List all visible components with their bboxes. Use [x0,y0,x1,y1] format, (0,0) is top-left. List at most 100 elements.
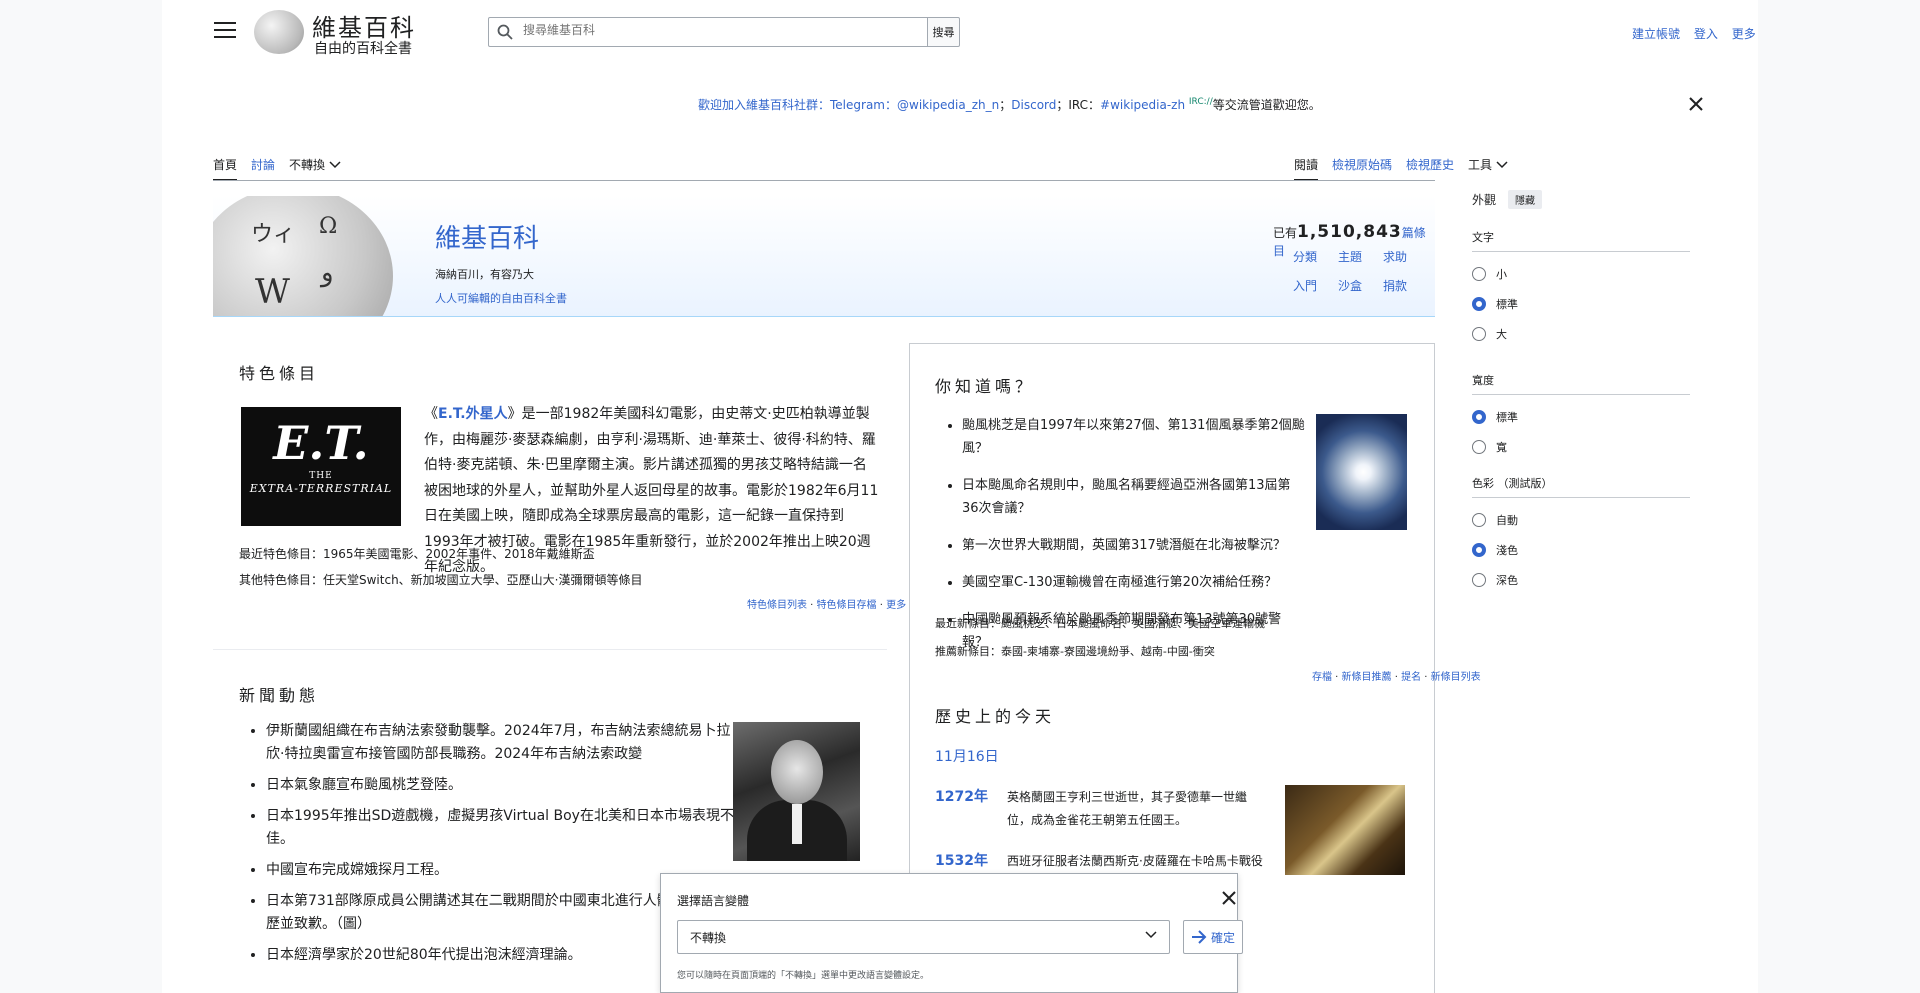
tab-view-source[interactable]: 檢視原始碼 [1332,156,1392,181]
color-auto-radio[interactable]: 自動 [1472,512,1690,528]
text-size-standard-radio[interactable]: 標準 [1472,296,1690,312]
featured-more-link[interactable]: 更多 [886,600,906,611]
variant-select[interactable]: 不轉換 [677,920,1170,954]
featured-archive-link[interactable]: 特色條目存檔 [817,600,877,611]
portal-link[interactable]: 分類 [1293,248,1338,265]
width-group-label: 寬度 [1472,372,1690,395]
list-item[interactable]: 伊斯蘭國組織在布吉納法索發動襲擊。2024年7月，布吉納法索總統易卜拉欣·特拉奧… [266,720,738,766]
namespace-tabs: 首頁 討論 不轉換 [213,156,341,181]
portal-link[interactable]: 沙盒 [1338,277,1383,294]
dialog-title: 選擇語言變體 [677,894,750,908]
chevron-down-icon [329,161,341,169]
in-the-news-heading: 新聞動態 [239,686,320,705]
notice-text[interactable]: 歡迎加入維基百科社群：Telegram： [698,98,897,112]
history-painting-image[interactable] [1285,785,1405,875]
irc-protocol-label: IRC:// [1188,97,1213,107]
list-item[interactable]: 日本氣象廳宣布颱風桃芝登陸。 [266,774,738,797]
create-account-link[interactable]: 建立帳號 [1632,27,1680,41]
chevron-down-icon [1496,161,1508,169]
search-button[interactable]: 搜尋 [927,17,960,47]
summary-quote: 《 [424,406,438,422]
color-dark-radio[interactable]: 深色 [1472,572,1690,588]
variant-dialog: 選擇語言變體 不轉換 確定 您可以隨時在頁面頂端的「不轉換」選單中更改語言變體設… [660,873,1243,993]
dyk-recommend-link[interactable]: 新條目推薦 [1342,672,1392,683]
search-icon [497,24,513,40]
variant-select-value: 不轉換 [690,931,727,945]
text-size-group-label: 文字 [1472,229,1690,252]
banner-title[interactable]: 維基百科 [435,218,539,255]
banner-subtitle: 海納百川，有容乃大 [435,268,534,281]
view-tabs: 閱讀 檢視原始碼 檢視歷史 工具 [1294,156,1508,181]
featured-article-link[interactable]: E.T.外星人 [438,406,508,422]
page: 維基百科 自由的百科全書 搜尋 建立帳號 登入 更多 歡迎加入維基百科社群：Te… [162,0,1758,993]
typhoon-satellite-image[interactable] [1316,414,1407,530]
wikipedia-logo-icon[interactable] [254,10,304,54]
appearance-header: 外觀 隱藏 [1472,190,1690,209]
color-light-radio[interactable]: 淺色 [1472,542,1690,558]
on-this-day-date[interactable]: 11月16日 [935,746,999,766]
recommended-new-articles[interactable]: 推薦新條目：泰國-柬埔寨-寮國邊境紛爭、越南-中國-衝突 [935,643,1215,659]
personal-tools: 建立帳號 登入 更多 [1622,25,1756,42]
logo-tagline: 自由的百科全書 [314,41,412,57]
portal-link[interactable]: 入門 [1293,277,1338,294]
dyk-nominate-link[interactable]: 提名 [1401,672,1421,683]
event-text: 英格蘭國王亨利三世逝世，其子愛德華一世繼位，成為金雀花王朝第五任國王。 [1007,790,1248,827]
close-dialog-icon[interactable] [1221,890,1237,906]
appearance-title: 外觀 [1472,193,1497,207]
portal-links: 分類 主題 求助 入門 沙盒 捐款 [1293,248,1428,294]
news-portrait-image[interactable] [733,722,860,861]
close-notice-icon[interactable] [1688,96,1704,112]
image-caption-2: EXTRA-TERRESTRIAL [249,482,393,495]
search-input[interactable] [521,22,915,38]
variant-label: 不轉換 [289,158,326,172]
tab-talk[interactable]: 討論 [251,156,275,181]
portal-link[interactable]: 主題 [1338,248,1383,265]
list-item[interactable]: 日本颱風命名規則中，颱風名稱要經過亞洲各國第13屆第36次會議？ [962,474,1307,520]
featured-article-image[interactable]: E.T. THE EXTRA-TERRESTRIAL [241,407,401,526]
hide-appearance-button[interactable]: 隱藏 [1508,190,1543,209]
login-link[interactable]: 登入 [1694,27,1718,41]
discord-link[interactable]: Discord [1011,98,1056,112]
list-item[interactable]: 颱風桃芝是自1997年以來第27個、第131個風暴季第2個颱風？ [962,414,1307,460]
text-size-large-radio[interactable]: 大 [1472,326,1690,342]
list-item: 1272年 英格蘭國王亨利三世逝世，其子愛德華一世繼位，成為金雀花王朝第五任國王… [935,786,1265,832]
recent-featured[interactable]: 最近特色條目：1965年美國電影、2002年事件、2018年戴維斯盃 [239,545,595,562]
tab-history[interactable]: 檢視歷史 [1406,156,1454,181]
on-this-day-heading: 歷史上的今天 [935,707,1056,726]
telegram-link[interactable]: @wikipedia_zh_n [897,98,999,112]
width-standard-radio[interactable]: 標準 [1472,409,1690,425]
main-menu-button[interactable] [214,22,236,40]
welcome-banner: ウィ Ω W و 維基百科 海納百川，有容乃大 人人可編輯的自由百科全書 已有1… [213,196,1435,317]
width-wide-radio[interactable]: 寬 [1472,439,1690,455]
tab-main-page[interactable]: 首頁 [213,156,238,181]
text-size-small-radio[interactable]: 小 [1472,266,1690,282]
dyk-footer-links: 存檔 · 新條目推薦 · 提名 · 新條目列表 [1312,672,1481,683]
image-caption-1: THE [309,471,333,481]
dyk-archive-link[interactable]: 存檔 [1312,672,1332,683]
notice-ending: 等交流管道歡迎您。 [1212,98,1321,112]
portal-link[interactable]: 求助 [1383,248,1428,265]
arrow-right-icon [1191,930,1207,944]
banner-tagline[interactable]: 人人可編輯的自由百科全書 [435,290,567,306]
recent-new-articles[interactable]: 最近新條目：颱風桃芝、日本颱風命名、英國潛艇、美國空軍運輸機 [935,615,1265,631]
tab-read[interactable]: 閱讀 [1294,156,1319,181]
featured-list-link[interactable]: 特色條目列表 [747,600,807,611]
more-link[interactable]: 更多 [1732,27,1756,41]
event-year[interactable]: 1272年 [935,786,1007,832]
image-title: E.T. [273,416,369,470]
list-item[interactable]: 美國空軍C-130運輸機曾在南極進行第20次補給任務？ [962,571,1307,594]
portal-link[interactable]: 捐款 [1383,277,1428,294]
puzzle-globe-icon: ウィ Ω W و [213,196,393,316]
color-group-label: 色彩 （測試版） [1472,475,1690,498]
variant-dropdown[interactable]: 不轉換 [289,156,341,181]
tabs-divider [213,180,1435,181]
confirm-variant-button[interactable]: 確定 [1183,920,1243,954]
tools-dropdown[interactable]: 工具 [1468,156,1508,181]
search-box[interactable] [488,17,928,47]
list-item[interactable]: 日本1995年推出SD遊戲機，虛擬男孩Virtual Boy在北美和日本市場表現… [266,805,738,851]
other-featured[interactable]: 其他特色條目：任天堂Switch、新加坡國立大學、亞歷山大·漢彌爾頓等條目 [239,571,643,588]
irc-link[interactable]: #wikipedia-zh [1100,98,1185,112]
dyk-list-link[interactable]: 新條目列表 [1431,672,1481,683]
list-item[interactable]: 第一次世界大戰期間，英國第317號潛艇在北海被擊沉？ [962,534,1307,557]
tools-label: 工具 [1468,158,1493,172]
